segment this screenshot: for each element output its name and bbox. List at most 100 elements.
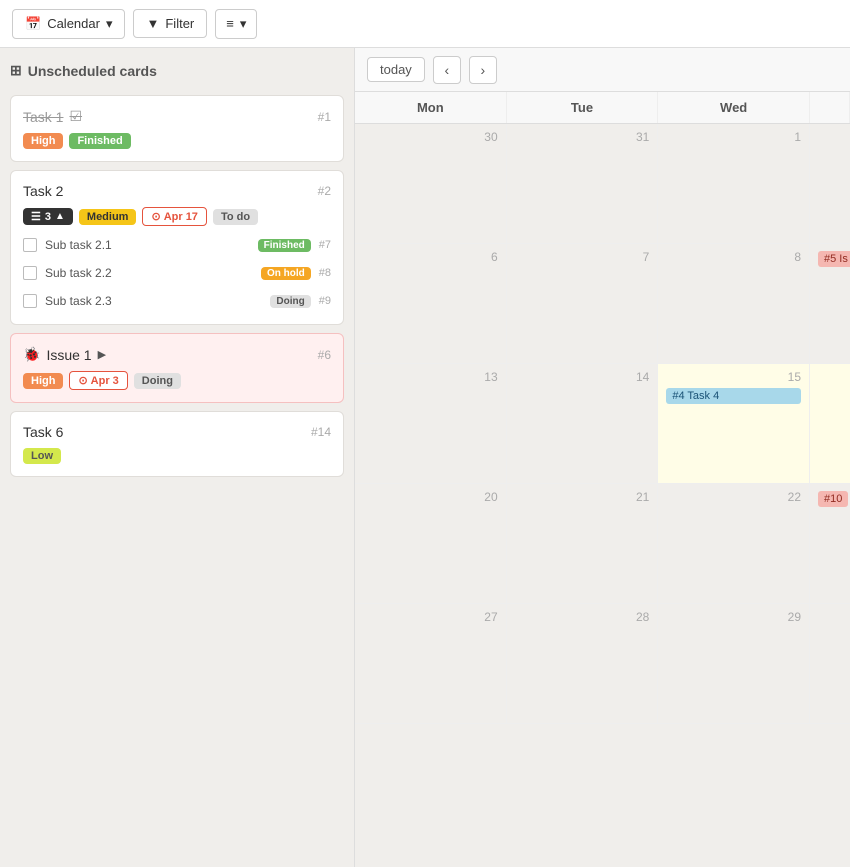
card-task1-badges: High Finished [23,133,331,149]
cal-cell-21[interactable]: 21 [507,484,659,603]
clock-icon-issue: ⊙ [78,374,87,387]
day-num-6: 6 [363,250,498,264]
cal-cell-overflow-4: #10 [810,484,850,603]
day-num-27: 27 [363,610,498,624]
week-row-1: 30 31 1 [355,124,850,244]
week-row-4: 20 21 22 #10 [355,484,850,604]
day-num-20: 20 [363,490,498,504]
filter-icon: ▼ [146,16,159,31]
card-task2-badges: ☰ 3 ▲ Medium ⊙ Apr 17 To do [23,207,331,226]
play-icon: ▶ [98,348,106,361]
today-button[interactable]: today [367,57,425,82]
card-task6-title: Task 6 [23,424,63,440]
day-num-22: 22 [666,490,801,504]
filter-button[interactable]: ▼ Filter [133,9,207,38]
week-row-3: 13 14 15 #4 Task 4 [355,364,850,484]
sidebar-header-icon: ⊞ [10,62,22,79]
next-button[interactable]: › [469,56,497,84]
sidebar-header-title: Unscheduled cards [28,63,157,79]
next-icon: › [480,62,485,78]
settings-button[interactable]: ≡ ▾ [215,9,257,39]
day-num-30: 30 [363,130,498,144]
subtask2-badge: On hold [261,267,311,280]
badge-subtasks: ☰ 3 ▲ [23,208,73,225]
subtask2-checkbox[interactable] [23,266,37,280]
badge-issue-high: High [23,373,63,389]
card-task6[interactable]: Task 6 #14 Low [10,411,344,477]
prev-button[interactable]: ‹ [433,56,461,84]
col-header-mon: Mon [355,92,507,123]
subtask-row-3: Sub task 2.3 Doing #9 [23,290,331,312]
calendar-icon: 📅 [25,16,41,32]
calendar-dropdown-icon: ▾ [106,16,113,32]
subtask1-badge: Finished [258,239,311,252]
event-task4: #4 Task 4 [666,388,801,404]
toolbar: 📅 Calendar ▾ ▼ Filter ≡ ▾ [0,0,850,48]
cal-cell-27[interactable]: 27 [355,604,507,723]
event-5-overflow: #5 Is [818,251,850,267]
day-num-21: 21 [515,490,650,504]
cal-cell-22[interactable]: 22 [658,484,810,603]
cal-cell-28[interactable]: 28 [507,604,659,723]
day-num-28: 28 [515,610,650,624]
main-content: ⊞ Unscheduled cards Task 1 ☑ #1 High Fin… [0,48,850,867]
cal-cell-30[interactable]: 30 [355,124,507,243]
card-task2-title: Task 2 [23,183,63,199]
subtask3-checkbox[interactable] [23,294,37,308]
calendar-toolbar: today ‹ › [355,48,850,92]
day-num-7: 7 [515,250,650,264]
badge-date-apr17: ⊙ Apr 17 [142,207,206,226]
card-task2[interactable]: Task 2 #2 ☰ 3 ▲ Medium ⊙ Apr 17 To do Su… [10,170,344,325]
card-task1-header: Task 1 ☑ #1 [23,108,331,125]
badge-todo: To do [213,209,258,225]
badge-doing: Doing [134,373,181,389]
subtask1-label: Sub task 2.1 [45,238,250,252]
cal-cell-14[interactable]: 14 [507,364,659,483]
card-task2-header: Task 2 #2 [23,183,331,199]
cal-cell-13[interactable]: 13 [355,364,507,483]
badge-finished: Finished [69,133,130,149]
subtask2-number: #8 [319,267,331,279]
cal-cell-8[interactable]: 8 [658,244,810,363]
cal-cell-29[interactable]: 29 [658,604,810,723]
subtask3-label: Sub task 2.3 [45,294,262,308]
badge-high: High [23,133,63,149]
col-header-wed: Wed [658,92,810,123]
card-task6-number: #14 [311,425,331,439]
cal-cell-20[interactable]: 20 [355,484,507,603]
card-issue1[interactable]: 🐞 Issue 1 ▶ #6 High ⊙ Apr 3 Doing [10,333,344,403]
card-task6-header: Task 6 #14 [23,424,331,440]
cal-cell-6[interactable]: 6 [355,244,507,363]
card-issue1-header: 🐞 Issue 1 ▶ #6 [23,346,331,363]
settings-dropdown-icon: ▾ [240,16,247,32]
subtask2-label: Sub task 2.2 [45,266,253,280]
card-task6-badges: Low [23,448,331,464]
calendar-button[interactable]: 📅 Calendar ▾ [12,9,125,39]
subtask1-checkbox[interactable] [23,238,37,252]
card-issue1-title: 🐞 Issue 1 ▶ [23,346,106,363]
day-num-1: 1 [666,130,801,144]
day-num-15: 15 [666,370,801,384]
week-row-5: 27 28 29 [355,604,850,724]
calendar-grid: Mon Tue Wed 30 31 1 [355,92,850,867]
day-num-8: 8 [666,250,801,264]
cal-cell-31[interactable]: 31 [507,124,659,243]
subtask-row-2: Sub task 2.2 On hold #8 [23,262,331,284]
card-task1[interactable]: Task 1 ☑ #1 High Finished [10,95,344,162]
cal-cell-7[interactable]: 7 [507,244,659,363]
col-header-tue: Tue [507,92,659,123]
cal-cell-15[interactable]: 15 #4 Task 4 [658,364,810,483]
badge-medium: Medium [79,209,137,225]
filter-label: Filter [165,16,194,31]
subtask3-number: #9 [319,295,331,307]
day-num-14: 14 [515,370,650,384]
cal-cell-1[interactable]: 1 [658,124,810,243]
calendar-body: 30 31 1 6 7 [355,124,850,867]
prev-icon: ‹ [444,62,449,78]
badge-date-apr3: ⊙ Apr 3 [69,371,127,390]
cal-cell-overflow-2: #5 Is [810,244,850,363]
card-issue1-badges: High ⊙ Apr 3 Doing [23,371,331,390]
day-num-13: 13 [363,370,498,384]
card-task1-number: #1 [318,110,331,124]
subtasks-chevron: ▲ [55,211,65,222]
